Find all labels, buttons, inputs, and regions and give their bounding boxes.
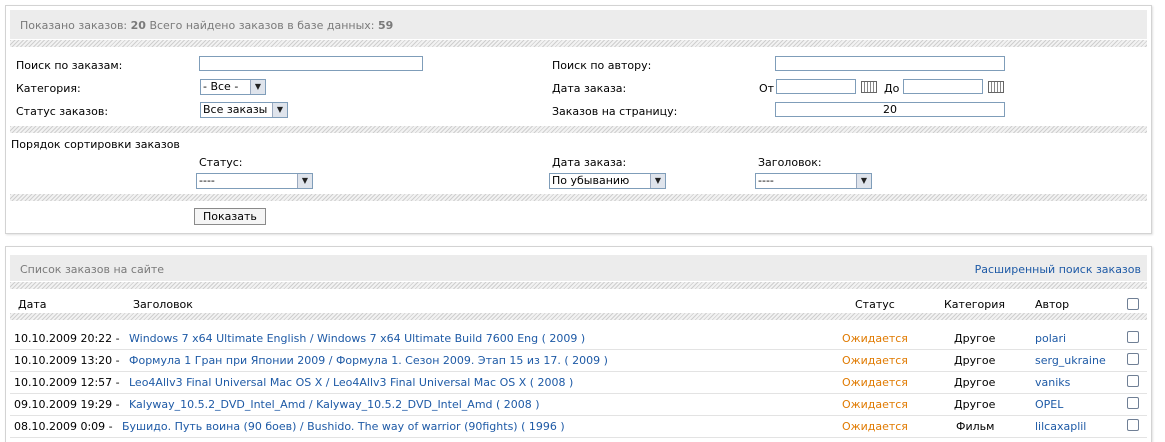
list-title: Список заказов на сайте [20,263,165,276]
row-checkbox[interactable] [1127,419,1139,431]
sort-status-select[interactable]: ---- ▼ [196,173,313,189]
divider [10,313,1147,320]
row-category: Другое [954,398,996,411]
sort-status-value: ---- [199,174,215,187]
chevron-down-icon: ▼ [272,103,287,117]
row-author-link[interactable]: serg_ukraine [1035,354,1106,367]
chevron-down-icon: ▼ [297,174,312,188]
row-date: 10.10.2009 12:57 - [14,376,120,389]
table-row: 09.10.2009 19:29 - Kalyway_10.5.2_DVD_In… [10,393,1147,416]
row-status: Ожидается [842,354,908,367]
chevron-down-icon: ▼ [250,80,265,94]
results-summary: Показано заказов: 20 Всего найдено заказ… [20,19,393,32]
table-row: 10.10.2009 13:20 - Формула 1 Гран при Яп… [10,349,1147,372]
row-category: Другое [954,354,996,367]
row-checkbox[interactable] [1127,331,1139,343]
row-category: Другое [954,376,996,389]
col-author: Автор [1035,298,1070,311]
calendar-icon[interactable] [861,81,877,93]
table-row: 08.10.2009 0:09 - Бушидо. Путь воина (90… [10,415,1147,438]
show-button[interactable]: Показать [194,208,266,225]
row-title-link[interactable]: Формула 1 Гран при Японии 2009 / Формула… [129,354,608,367]
row-title-link[interactable]: Leo4Allv3 Final Universal Mac OS X / Leo… [129,376,573,389]
category-select[interactable]: - Все - ▼ [200,79,266,95]
divider [10,194,1147,201]
sort-title-value: ---- [758,174,774,187]
row-date: 09.10.2009 19:29 - [14,398,120,411]
row-status: Ожидается [842,376,908,389]
divider [10,40,1147,47]
row-checkbox[interactable] [1127,353,1139,365]
divider [10,282,1147,289]
total-count: 59 [377,19,394,32]
divider [10,126,1147,133]
row-title-link[interactable]: Kalyway_10.5.2_DVD_Intel_Amd / Kalyway_1… [129,398,540,411]
row-author-link[interactable]: OPEL [1035,398,1063,411]
from-label: От [759,82,775,95]
search-orders-label: Поиск по заказам: [16,59,123,72]
shown-label: Показано заказов: [20,19,128,32]
orders-list-panel: Список заказов на сайте Расширенный поис… [5,246,1152,442]
col-category: Категория [944,298,1005,311]
search-author-label: Поиск по автору: [552,59,652,72]
sort-title-select[interactable]: ---- ▼ [755,173,872,189]
sort-status-label: Статус: [199,156,243,169]
sort-date-select[interactable]: По убыванию ▼ [549,173,666,189]
row-category: Другое [954,332,996,345]
row-checkbox[interactable] [1127,375,1139,387]
row-date: 08.10.2009 0:09 - [14,420,113,433]
row-date: 10.10.2009 20:22 - [14,332,120,345]
search-orders-input[interactable] [199,56,423,71]
sort-title-label: Заголовок: [758,156,822,169]
sort-date-value: По убыванию [552,174,630,187]
calendar-icon[interactable] [988,81,1004,93]
row-category: Фильм [956,420,995,433]
advanced-search-link[interactable]: Расширенный поиск заказов [975,263,1141,276]
select-all-checkbox[interactable] [1127,298,1139,310]
col-status: Статус [855,298,895,311]
row-author-link[interactable]: lilcaxaplil [1035,420,1086,433]
col-title: Заголовок [133,298,193,311]
chevron-down-icon: ▼ [650,174,665,188]
list-header: Список заказов на сайте Расширенный поис… [10,255,1147,281]
row-author-link[interactable]: polari [1035,332,1066,345]
category-label: Категория: [16,82,81,95]
total-label: Всего найдено заказов в базе данных: [149,19,375,32]
row-title-link[interactable]: Windows 7 x64 Ultimate English / Windows… [129,332,585,345]
filter-header: Показано заказов: 20 Всего найдено заказ… [10,10,1147,39]
shown-count: 20 [130,19,146,32]
row-status: Ожидается [842,420,908,433]
row-checkbox[interactable] [1127,397,1139,409]
sort-date-label: Дата заказа: [552,156,627,169]
search-author-input[interactable] [775,56,1005,71]
category-select-value: - Все - [203,80,239,93]
row-title-link[interactable]: Бушидо. Путь воина (90 боев) / Bushido. … [122,420,565,433]
per-page-input[interactable] [775,102,1005,117]
table-row: 10.10.2009 20:22 - Windows 7 x64 Ultimat… [10,327,1147,350]
order-date-label: Дата заказа: [552,82,627,95]
sort-title: Порядок сортировки заказов [11,138,180,151]
date-from-input[interactable] [776,79,856,94]
to-label: До [884,82,900,95]
col-date: Дата [18,298,47,311]
status-select[interactable]: Все заказы ▼ [200,102,288,118]
status-select-value: Все заказы [203,103,268,116]
per-page-label: Заказов на страницу: [552,105,678,118]
row-status: Ожидается [842,398,908,411]
table-row: 10.10.2009 12:57 - Leo4Allv3 Final Unive… [10,371,1147,394]
date-to-input[interactable] [903,79,983,94]
status-label: Статус заказов: [16,105,109,118]
row-date: 10.10.2009 13:20 - [14,354,120,367]
row-author-link[interactable]: vaniks [1035,376,1070,389]
row-status: Ожидается [842,332,908,345]
chevron-down-icon: ▼ [856,174,871,188]
filter-panel: Показано заказов: 20 Всего найдено заказ… [5,5,1152,234]
